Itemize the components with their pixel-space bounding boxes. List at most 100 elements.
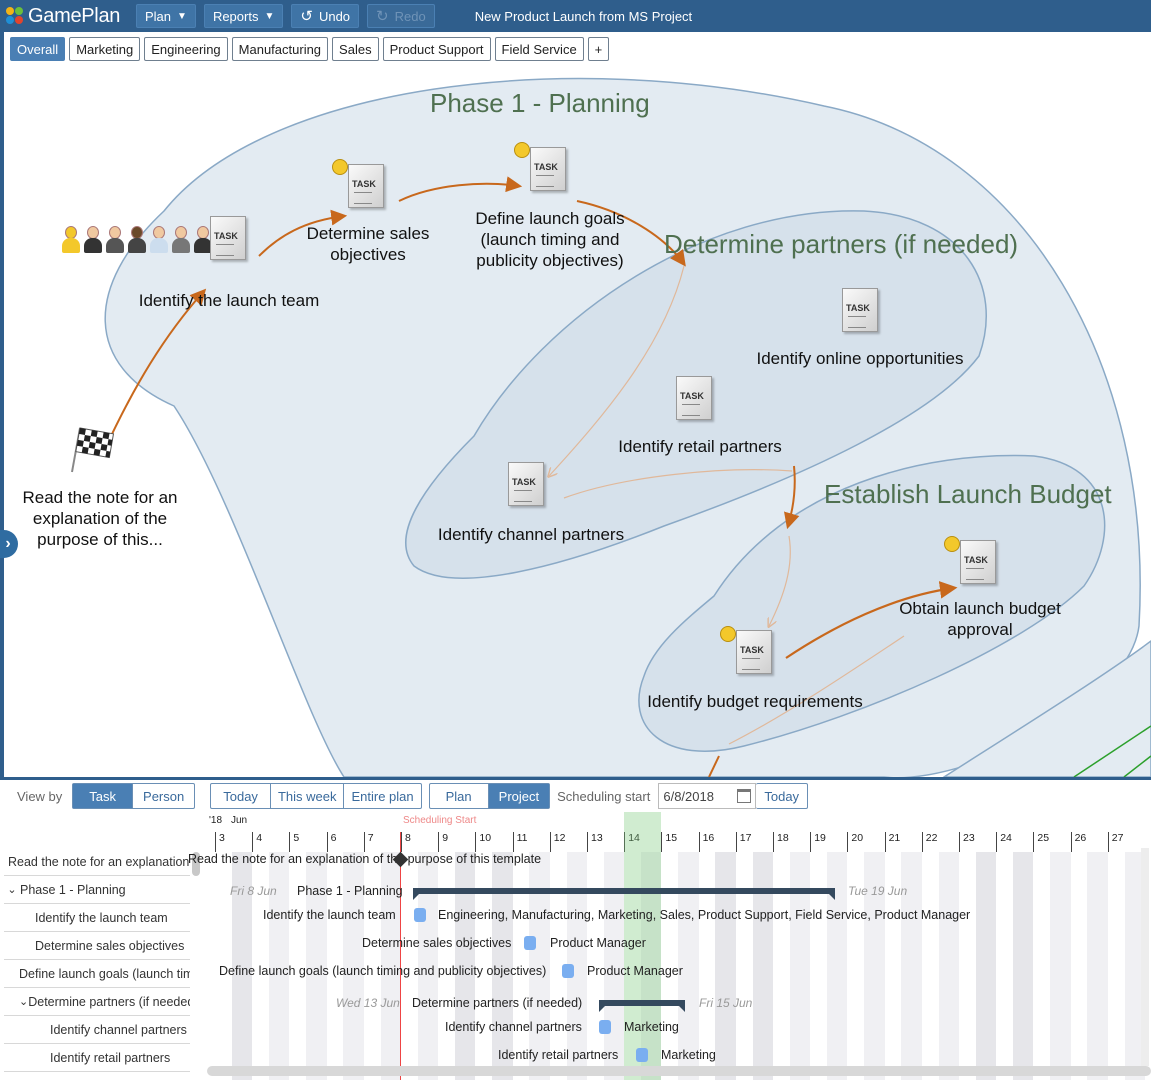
person-icon bbox=[150, 226, 168, 254]
gantt-horizontal-scrollbar[interactable] bbox=[207, 1066, 1151, 1076]
add-tab-button[interactable]: + bbox=[587, 37, 610, 61]
this-week-button[interactable]: This week bbox=[271, 784, 345, 808]
node-label-launch-goals[interactable]: Define launch goals (launch timing and p… bbox=[460, 208, 640, 271]
node-label-sales-objectives[interactable]: Determine sales objectives bbox=[288, 223, 448, 265]
team-task-bar[interactable] bbox=[414, 908, 426, 922]
goals-task-bar[interactable] bbox=[562, 964, 574, 978]
tree-row[interactable]: Identify online opportunities bbox=[4, 1072, 190, 1080]
worker-icon bbox=[944, 536, 960, 552]
day-column bbox=[938, 852, 959, 1080]
calendar-icon[interactable] bbox=[737, 789, 752, 803]
sales-task-bar[interactable] bbox=[524, 936, 536, 950]
node-label-channel[interactable]: Identify channel partners bbox=[424, 524, 638, 545]
tab-product-support[interactable]: Product Support bbox=[382, 37, 491, 61]
checkered-flag-icon[interactable] bbox=[68, 424, 118, 474]
year-label: '18 bbox=[209, 815, 223, 826]
partners-summary-bar[interactable] bbox=[599, 1000, 685, 1012]
app-name: GamePlan bbox=[28, 4, 121, 27]
worker-icon bbox=[332, 159, 348, 175]
tree-row[interactable]: Identify the launch team bbox=[4, 904, 190, 932]
channel-task-bar[interactable] bbox=[599, 1020, 611, 1034]
task-icon[interactable] bbox=[348, 164, 384, 208]
tab-manufacturing[interactable]: Manufacturing bbox=[231, 37, 329, 61]
task-icon[interactable] bbox=[960, 540, 996, 584]
phase1-summary-bar[interactable] bbox=[413, 888, 835, 900]
day-header-cell: 7 bbox=[363, 832, 401, 852]
day-header-cell: 17 bbox=[735, 832, 773, 852]
person-icon bbox=[172, 226, 190, 254]
tree-row-label: Identify channel partners bbox=[50, 1022, 187, 1037]
day-header-cell: 3 bbox=[215, 832, 252, 852]
node-label-budget-req[interactable]: Identify budget requirements bbox=[630, 691, 880, 712]
redo-icon: ↻ bbox=[376, 8, 389, 25]
group-label-partners[interactable]: Determine partners (if needed) bbox=[664, 229, 1018, 260]
plan-menu-button[interactable]: Plan ▼ bbox=[136, 4, 196, 28]
undo-button[interactable]: ↺ Undo bbox=[291, 4, 360, 28]
plan-canvas[interactable]: Phase 1 - Planning Determine partners (i… bbox=[4, 66, 1151, 777]
view-person-button[interactable]: Person bbox=[133, 784, 194, 808]
plan-mode-button[interactable]: Plan bbox=[430, 784, 489, 808]
retail-task-bar[interactable] bbox=[636, 1048, 648, 1062]
tree-row[interactable]: Identify retail partners bbox=[4, 1044, 190, 1072]
node-label-launch-team[interactable]: Identify the launch team bbox=[134, 290, 324, 311]
day-header-cell: 9 bbox=[438, 832, 475, 852]
node-label-retail[interactable]: Identify retail partners bbox=[600, 436, 800, 457]
node-label-start-note[interactable]: Read the note for an explanation of the … bbox=[14, 487, 186, 550]
tree-row-label: Phase 1 - Planning bbox=[20, 882, 126, 897]
tree-row-label: Identify retail partners bbox=[50, 1050, 171, 1065]
goals-bar-label: Define launch goals (launch timing and p… bbox=[219, 964, 547, 978]
person-icon bbox=[84, 226, 102, 254]
day-header-cell: 25 bbox=[1033, 832, 1070, 852]
canvas-drawing bbox=[103, 77, 1151, 777]
logo-icon bbox=[6, 7, 24, 25]
tab-engineering[interactable]: Engineering bbox=[144, 37, 228, 61]
scheduling-start-input[interactable]: 6/8/2018 bbox=[658, 783, 757, 809]
tab-overall[interactable]: Overall bbox=[10, 37, 66, 61]
tree-row[interactable]: Define launch goals (launch timing and p… bbox=[4, 960, 190, 988]
task-icon[interactable] bbox=[508, 462, 544, 506]
node-label-budget-approval[interactable]: Obtain launch budget approval bbox=[882, 598, 1078, 640]
day-column bbox=[975, 852, 997, 1080]
gantt-vertical-scrollbar[interactable] bbox=[1141, 848, 1149, 1066]
goals-assignees: Product Manager bbox=[587, 964, 683, 978]
scheduling-today-button[interactable]: Today bbox=[756, 784, 807, 808]
day-header-cell: 4 bbox=[252, 832, 289, 852]
day-header-cell: 12 bbox=[549, 832, 587, 852]
chevron-down-icon[interactable]: ⌄ bbox=[19, 995, 28, 1008]
tree-row[interactable]: Identify channel partners bbox=[4, 1016, 190, 1044]
task-icon[interactable] bbox=[676, 376, 712, 420]
group-label-phase1[interactable]: Phase 1 - Planning bbox=[430, 88, 650, 119]
tree-row[interactable]: Determine sales objectives bbox=[4, 932, 190, 960]
tab-field-service[interactable]: Field Service bbox=[494, 37, 584, 61]
tree-row-label: Determine sales objectives bbox=[35, 938, 185, 953]
task-icon[interactable] bbox=[210, 216, 246, 260]
month-label: Jun bbox=[231, 815, 248, 826]
task-icon[interactable] bbox=[530, 147, 566, 191]
task-icon[interactable] bbox=[842, 288, 878, 332]
plan-project-toggle: Plan Project bbox=[428, 783, 551, 809]
tab-marketing[interactable]: Marketing bbox=[69, 37, 141, 61]
day-header-cell: 10 bbox=[475, 832, 512, 852]
project-mode-button[interactable]: Project bbox=[488, 784, 550, 808]
task-icon[interactable] bbox=[736, 630, 772, 674]
today-range-button[interactable]: Today bbox=[211, 784, 271, 808]
reports-menu-button[interactable]: Reports ▼ bbox=[203, 4, 284, 28]
day-header-cell: 22 bbox=[921, 832, 959, 852]
person-icon bbox=[128, 226, 146, 254]
node-label-online[interactable]: Identify online opportunities bbox=[740, 348, 980, 369]
redo-button[interactable]: ↻ Redo bbox=[367, 4, 435, 28]
tree-row[interactable]: Read the note for an explanation of the … bbox=[4, 848, 190, 876]
tab-sales[interactable]: Sales bbox=[332, 37, 379, 61]
today-button-wrap: Today bbox=[756, 783, 809, 809]
timeline-header: '18 Jun Scheduling Start 3 4 5 6 7 8 9 10 11 12 13… bbox=[207, 812, 1151, 852]
tree-row[interactable]: ⌄ Determine partners (if needed) bbox=[4, 988, 190, 1016]
app-logo: GamePlan bbox=[6, 5, 124, 28]
tree-row[interactable]: ⌄ Phase 1 - Planning bbox=[4, 876, 190, 904]
group-label-budget[interactable]: Establish Launch Budget bbox=[824, 479, 1112, 510]
chevron-down-icon[interactable]: ⌄ bbox=[4, 883, 20, 896]
team-tabs: Overall Marketing Engineering Manufactur… bbox=[4, 32, 1151, 66]
view-task-button[interactable]: Task bbox=[73, 784, 134, 808]
entire-plan-button[interactable]: Entire plan bbox=[344, 784, 420, 808]
gantt-panel: Read the note for an explanation of the … bbox=[4, 812, 1151, 1080]
gantt-overflow-label: Read the note for an explanation of the … bbox=[188, 852, 542, 866]
